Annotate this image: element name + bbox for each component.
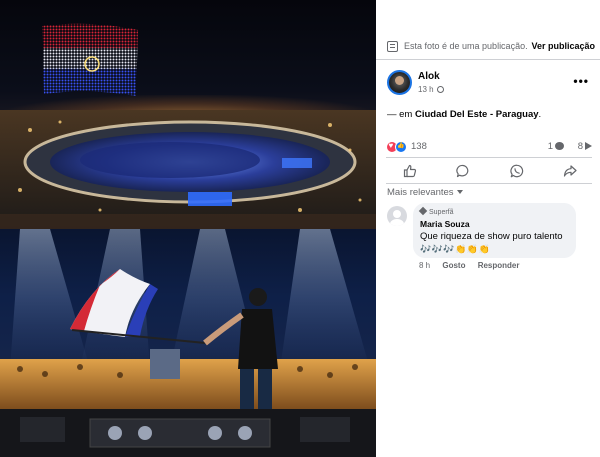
top-fan-badge: Superfã [418, 206, 454, 216]
comment-sort-dropdown[interactable]: Mais relevantes [387, 187, 463, 198]
post-document-icon [387, 41, 398, 52]
commenter-avatar[interactable] [387, 206, 407, 226]
comment-icon [456, 164, 469, 178]
publication-notice-text: Esta foto é de uma publicação. [404, 41, 528, 51]
reaction-count[interactable]: 138 [411, 141, 427, 152]
author-name[interactable]: Alok [418, 71, 440, 82]
chevron-down-icon [456, 190, 463, 194]
globe-icon [436, 86, 444, 93]
share-count-icon [585, 142, 592, 150]
divider [386, 183, 592, 184]
publication-notice-bar: Esta foto é de uma publicação. Ver publi… [376, 36, 600, 58]
stadium-aerial-photo [0, 0, 376, 229]
like-button[interactable] [390, 160, 430, 182]
divider [376, 59, 600, 60]
reactions-bar: 138 1 8 [386, 140, 592, 154]
comment-emoji: 🎶🎶🎶👏👏👏 [420, 244, 491, 254]
post-time[interactable]: 13 h [418, 85, 434, 94]
diamond-icon [418, 206, 428, 216]
comment-text: Que riqueza de show puro talento [420, 231, 563, 242]
comment-bubble: Superfã Maria Souza Que riqueza de show … [413, 203, 576, 258]
post-text: — em Ciudad Del Este - Paraguay. [387, 109, 542, 120]
whatsapp-button[interactable] [497, 160, 537, 182]
comment-actions: 8 h Gosto Responder [419, 261, 530, 270]
stadium-illustration [0, 110, 376, 229]
comment-count[interactable]: 1 [548, 141, 564, 152]
post-actions [376, 160, 600, 182]
share-button[interactable] [550, 160, 590, 182]
drone-flag-graphic [42, 23, 138, 96]
reaction-icons[interactable] [386, 140, 414, 154]
comment-like-button[interactable]: Gosto [442, 261, 465, 270]
stage-illustration [0, 229, 376, 457]
comment-count-icon [555, 142, 564, 150]
comment-reply-button[interactable]: Responder [478, 261, 520, 270]
dj-stage-photo [0, 229, 376, 457]
share-icon [563, 165, 577, 177]
more-options-icon[interactable]: ••• [573, 74, 589, 88]
location-link[interactable]: Ciudad Del Este - Paraguay [415, 109, 539, 120]
photo-viewer[interactable] [0, 0, 376, 457]
thumbs-up-icon [403, 164, 417, 178]
like-reaction-icon [395, 141, 407, 153]
post-details-panel: Esta foto é de uma publicação. Ver publi… [376, 0, 600, 457]
whatsapp-icon [510, 164, 524, 178]
share-count[interactable]: 8 [578, 141, 592, 152]
author-avatar[interactable] [387, 70, 412, 95]
post-meta: 13 h [418, 85, 444, 94]
commenter-name[interactable]: Maria Souza [420, 219, 470, 229]
comment-time[interactable]: 8 h [419, 261, 430, 270]
divider [386, 157, 592, 158]
comment-button[interactable] [443, 160, 483, 182]
view-post-link[interactable]: Ver publicação [531, 41, 595, 51]
